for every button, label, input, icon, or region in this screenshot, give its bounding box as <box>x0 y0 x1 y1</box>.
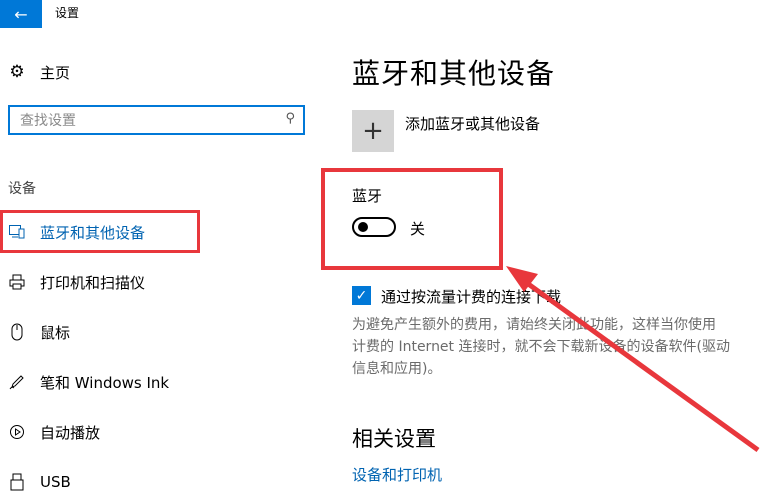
annotation-arrow <box>506 266 760 453</box>
arrow-shaft <box>518 275 760 453</box>
